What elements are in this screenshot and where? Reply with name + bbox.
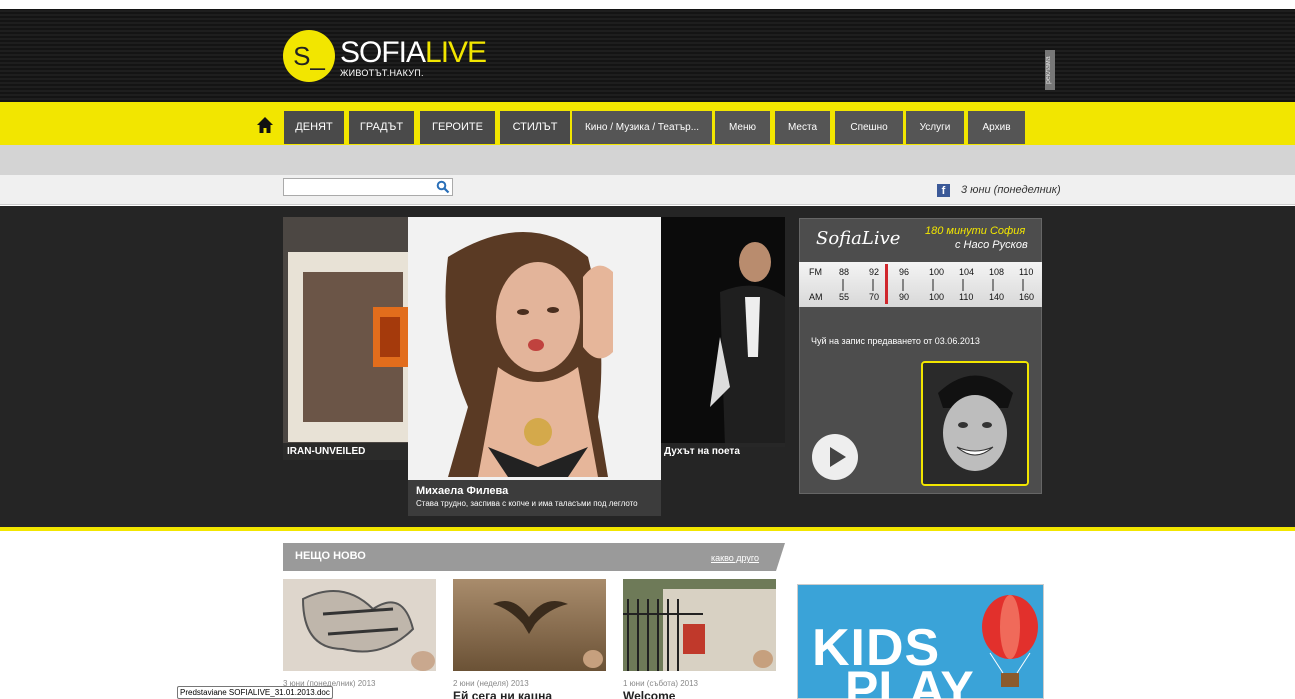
logo-tagline: ЖИВОТЪТ.НАКУП. bbox=[340, 68, 424, 78]
slide-featured-caption: Михаела Филева Става трудно, заспива с к… bbox=[408, 480, 661, 516]
dial-fm-label: 104 bbox=[959, 267, 974, 277]
slide-mihaela-fileva[interactable]: Михаела Филева Става трудно, заспива с к… bbox=[408, 217, 661, 516]
featured-divider bbox=[0, 527, 1295, 531]
dial-fm-label: 92 bbox=[869, 267, 879, 277]
dial-am-label: 100 bbox=[929, 292, 944, 302]
nav-item-archive[interactable]: Архив bbox=[968, 111, 1025, 144]
dial-am-label: 140 bbox=[989, 292, 1004, 302]
dial-fm-label: 108 bbox=[989, 267, 1004, 277]
news-thumb-2[interactable] bbox=[453, 579, 606, 671]
dial-am-label: AM bbox=[809, 292, 823, 302]
news-thumb-3-image bbox=[623, 579, 776, 671]
slide-iran-image bbox=[283, 217, 413, 460]
dial-fm-label: 100 bbox=[929, 267, 944, 277]
current-date: 3 юни (понеделник) bbox=[961, 184, 1061, 196]
news-date-3: 1 юни (събота) 2013 bbox=[623, 679, 699, 688]
news-section-title: НЕЩО НОВО bbox=[295, 550, 366, 562]
radio-host-image bbox=[923, 363, 1027, 484]
news-title-2[interactable]: Ей сега ни кацна bbox=[453, 689, 552, 699]
slide-poet-image bbox=[660, 217, 785, 460]
dial-am-label: 70 bbox=[869, 292, 879, 302]
play-icon bbox=[830, 447, 846, 467]
dial-needle bbox=[885, 264, 888, 304]
radio-logo: SofiaLive bbox=[816, 228, 901, 249]
logo-mark[interactable]: S_ bbox=[283, 30, 335, 82]
slide-iran-unveiled[interactable]: IRAN-UNVEILED bbox=[283, 217, 413, 460]
slide-featured-title: Михаела Филева bbox=[416, 485, 509, 497]
dial-fm-label: 88 bbox=[839, 267, 849, 277]
news-more-link[interactable]: какво друго bbox=[711, 553, 759, 563]
ad-label: реклама bbox=[1045, 50, 1055, 90]
news-title-3[interactable]: Welcome bbox=[623, 689, 675, 699]
slide-caption: Духът на поета bbox=[660, 443, 785, 460]
dial-fm-label: 110 bbox=[1019, 267, 1033, 277]
radio-dial-scale: FM AM 88 55 92 70 96 90 100 100 104 110 108 140 110 160 bbox=[809, 264, 1034, 304]
nav-item-urgent[interactable]: Спешно bbox=[835, 111, 903, 144]
slide-featured-subtitle: Става трудно, заспива с копче и има тала… bbox=[416, 499, 638, 508]
sub-nav-bar bbox=[0, 145, 1295, 175]
home-icon[interactable] bbox=[256, 116, 274, 134]
dial-am-label: 160 bbox=[1019, 292, 1034, 302]
nav-item-places[interactable]: Места bbox=[775, 111, 830, 144]
nav-item-culture[interactable]: Кино / Музика / Театър... bbox=[572, 111, 712, 144]
dial-am-label: 110 bbox=[959, 292, 973, 302]
nav-item-gradat[interactable]: ГРАДЪТ bbox=[349, 111, 414, 144]
search-icon[interactable] bbox=[436, 180, 450, 194]
dial-fm-label: FM bbox=[809, 267, 822, 277]
site-header bbox=[0, 9, 1295, 102]
news-date-2: 2 юни (неделя) 2013 bbox=[453, 679, 529, 688]
radio-host-photo bbox=[921, 361, 1029, 486]
nav-item-stilat[interactable]: СТИЛЪТ bbox=[500, 111, 570, 144]
news-header-tab bbox=[776, 543, 785, 571]
news-thumb-1-image bbox=[283, 579, 436, 671]
kids-ad-line2: PLAY bbox=[845, 661, 974, 699]
logo-text[interactable]: SOFIALIVE bbox=[340, 36, 487, 70]
nav-item-menu[interactable]: Меню bbox=[715, 111, 770, 144]
top-margin bbox=[0, 0, 1295, 9]
dial-fm-label: 96 bbox=[899, 267, 909, 277]
slide-mihaela-image bbox=[408, 217, 661, 516]
search-input[interactable] bbox=[283, 178, 453, 196]
radio-record-text[interactable]: Чуй на запис предаването от 03.06.2013 bbox=[811, 336, 980, 346]
slide-caption: IRAN-UNVEILED bbox=[283, 443, 413, 460]
play-button[interactable] bbox=[812, 434, 858, 480]
nav-item-geroite[interactable]: ГЕРОИТЕ bbox=[420, 111, 495, 144]
logo-sofia: SOFIA bbox=[340, 36, 426, 69]
file-tooltip: Predstaviane SOFIALIVE_31.01.2013.doc bbox=[177, 686, 333, 699]
nav-item-denyat[interactable]: ДЕНЯТ bbox=[284, 111, 344, 144]
logo-live: LIVE bbox=[425, 36, 487, 69]
news-thumb-1[interactable] bbox=[283, 579, 436, 671]
radio-dial: FM AM 88 55 92 70 96 90 100 100 104 110 108 140 110 160 bbox=[799, 262, 1042, 307]
dial-am-label: 55 bbox=[839, 292, 849, 302]
news-thumb-3[interactable] bbox=[623, 579, 776, 671]
radio-host: с Насо Русков bbox=[955, 239, 1028, 251]
slide-duhat-na-poeta[interactable]: Духът на поета bbox=[660, 217, 785, 460]
dial-am-label: 90 bbox=[899, 292, 909, 302]
nav-item-services[interactable]: Услуги bbox=[906, 111, 964, 144]
news-thumb-2-image bbox=[453, 579, 606, 671]
facebook-icon[interactable]: f bbox=[937, 184, 950, 197]
radio-show-title: 180 минути София bbox=[925, 225, 1026, 237]
search-row bbox=[0, 175, 1295, 205]
